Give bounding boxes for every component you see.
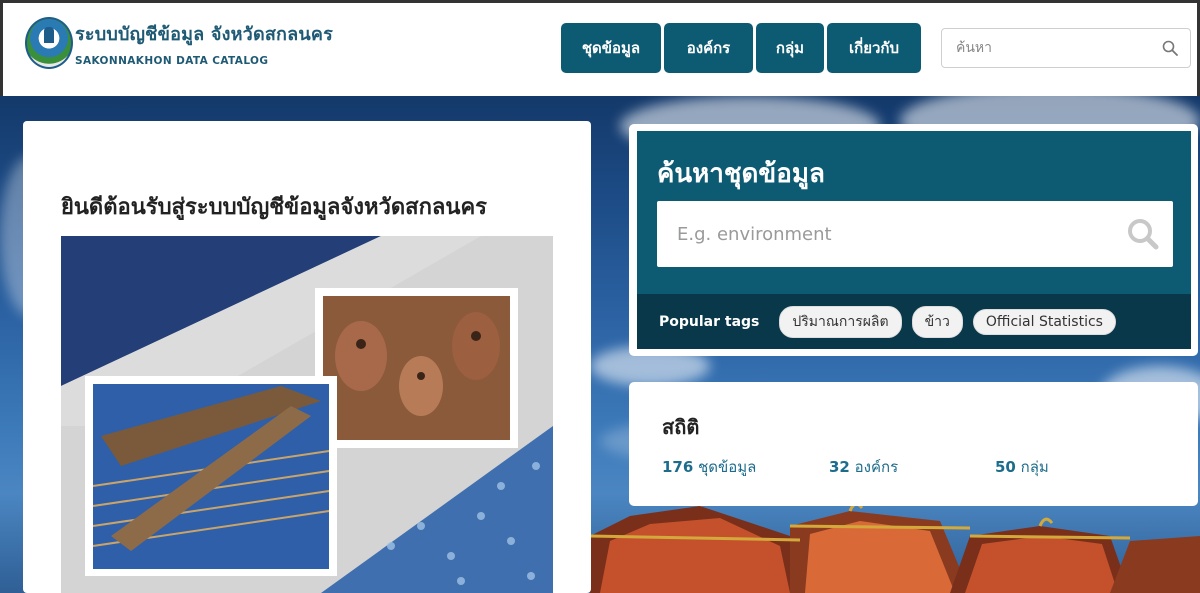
stat-datasets[interactable]: 176 ชุดข้อมูล	[662, 455, 756, 479]
stat-groups-count: 50	[995, 458, 1016, 476]
banner-collage	[61, 236, 553, 593]
popular-tags-bar: Popular tags ปริมาณการผลิต ข้าว Official…	[637, 294, 1191, 349]
site-logo[interactable]: ระบบบัญชีข้อมูล จังหวัดสกลนคร SAKONNAKHO…	[25, 17, 333, 69]
logo-subtitle: SAKONNAKHON DATA CATALOG	[75, 55, 269, 67]
tag-production-volume[interactable]: ปริมาณการผลิต	[779, 305, 902, 338]
header-search	[941, 28, 1191, 68]
nav-about[interactable]: เกี่ยวกับ	[827, 23, 921, 73]
stat-organizations[interactable]: 32 องค์กร	[829, 455, 898, 479]
logo-text: ระบบบัญชีข้อมูล จังหวัดสกลนคร SAKONNAKHO…	[75, 19, 333, 67]
search-icon[interactable]	[1162, 40, 1178, 56]
nav-organizations[interactable]: องค์กร	[664, 23, 753, 73]
logo-emblem-icon	[25, 17, 73, 69]
dataset-search-box	[657, 201, 1173, 267]
logo-title: ระบบบัญชีข้อมูล จังหวัดสกลนคร	[75, 24, 333, 45]
dataset-search-input[interactable]	[657, 201, 1097, 267]
dataset-search-inner: ค้นหาชุดข้อมูล Popular tags ปริมาณการผลิ…	[637, 131, 1191, 349]
dataset-search-panel: ค้นหาชุดข้อมูล Popular tags ปริมาณการผลิ…	[629, 124, 1198, 356]
nav-datasets[interactable]: ชุดข้อมูล	[561, 23, 661, 73]
stat-organizations-count: 32	[829, 458, 850, 476]
nav-groups[interactable]: กลุ่ม	[756, 23, 824, 73]
welcome-title: ยินดีต้อนรับสู่ระบบบัญชีข้อมูลจังหวัดสกล…	[61, 195, 487, 220]
welcome-card: ยินดีต้อนรับสู่ระบบบัญชีข้อมูลจังหวัดสกล…	[23, 121, 591, 593]
stats-card: สถิติ 176 ชุดข้อมูล 32 องค์กร 50 กลุ่ม	[629, 382, 1198, 506]
tag-official-statistics[interactable]: Official Statistics	[972, 308, 1116, 335]
stat-datasets-label: ชุดข้อมูล	[698, 458, 757, 476]
stat-groups-label: กลุ่ม	[1020, 458, 1049, 476]
search-icon[interactable]	[1127, 218, 1159, 250]
header-search-input[interactable]	[942, 29, 1142, 67]
welcome-banner-image	[61, 236, 553, 593]
stats-title: สถิติ	[662, 415, 700, 439]
popular-tags-label: Popular tags	[659, 313, 760, 330]
main-nav: ชุดข้อมูล องค์กร กลุ่ม เกี่ยวกับ	[561, 23, 921, 73]
tag-rice[interactable]: ข้าว	[911, 305, 963, 338]
stat-organizations-label: องค์กร	[854, 458, 899, 476]
temple-roof-image	[590, 499, 1200, 593]
stat-datasets-count: 176	[662, 458, 694, 476]
dataset-search-title: ค้นหาชุดข้อมูล	[657, 159, 825, 189]
stat-groups[interactable]: 50 กลุ่ม	[995, 455, 1049, 479]
site-header: ระบบบัญชีข้อมูล จังหวัดสกลนคร SAKONNAKHO…	[0, 0, 1200, 96]
